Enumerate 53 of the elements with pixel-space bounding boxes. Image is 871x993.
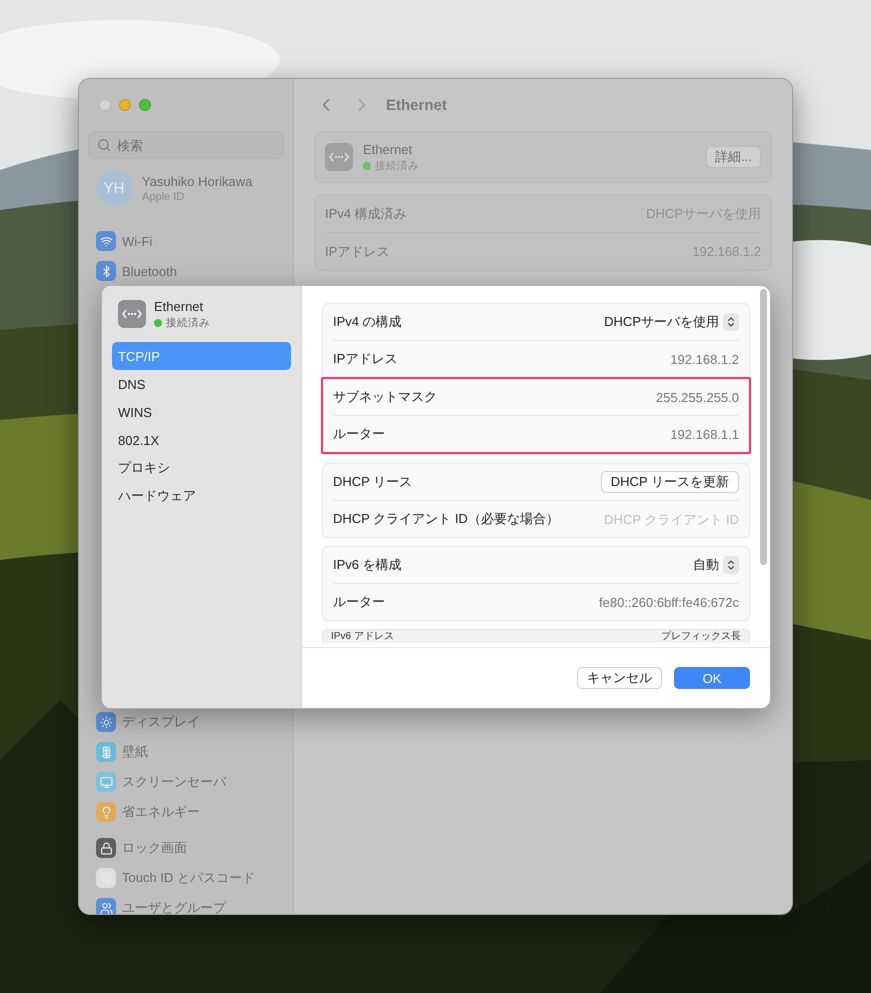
tab[interactable]: 802.1X [112, 426, 291, 454]
tab[interactable]: プロキシ [112, 454, 291, 482]
sidebar-item[interactable]: 省エネルギー [88, 797, 284, 827]
ethernet-icon [325, 143, 353, 171]
column-header: プレフィックス長 [661, 630, 741, 642]
popup-button[interactable]: 自動 [693, 556, 739, 574]
sidebar-item[interactable]: ディスプレイ [88, 707, 284, 737]
details-button[interactable]: 詳細... [706, 146, 761, 168]
search-icon [97, 138, 111, 152]
row-value: 192.168.1.2 [670, 352, 739, 366]
row-label: IPv4 の構成 [333, 313, 402, 331]
stepper-icon [723, 556, 739, 574]
row-value: 255.255.255.0 [656, 390, 739, 404]
row-value: fe80::260:6bff:fe46:672c [599, 594, 739, 610]
search-field[interactable]: 検索 [88, 131, 284, 159]
row-value: 192.168.1.1 [670, 426, 739, 442]
service-name: Ethernet [154, 298, 204, 314]
tab[interactable]: TCP/IP [112, 342, 291, 370]
renew-button[interactable]: DHCP リースを更新 [600, 471, 739, 493]
cancel-button[interactable]: キャンセル [577, 667, 662, 689]
popup-button[interactable]: DHCPサーバを使用 [604, 313, 739, 331]
toolbar-title: Ethernet [386, 96, 447, 114]
sidebar-item[interactable]: ユーザとグループ [88, 893, 284, 914]
column-header: IPv6 アドレス [331, 630, 394, 642]
scrollbar-thumb[interactable] [760, 289, 767, 565]
sidebar-item[interactable]: Wi-Fi [88, 226, 284, 256]
tab[interactable]: DNS [112, 370, 291, 398]
row-label: DHCP リース [333, 473, 412, 491]
sidebar-item[interactable]: Bluetooth [88, 256, 284, 286]
tab[interactable]: WINS [112, 398, 291, 426]
sidebar-item[interactable]: スクリーンセーバ [88, 767, 284, 797]
row-label: サブネットマスク [333, 388, 437, 406]
service-name: Ethernet [363, 142, 414, 156]
row-label: DHCP クライアント ID（必要な場合） [333, 510, 559, 528]
status-text: 接続済み [154, 316, 291, 330]
row-label: IPv4 構成済み [325, 204, 407, 222]
zoom-button[interactable] [139, 99, 151, 111]
minimize-button[interactable] [119, 99, 131, 111]
row-label: IPアドレス [325, 242, 390, 260]
account-name: Yasuhiko Horikawa [142, 174, 252, 188]
tab[interactable]: ハードウェア [112, 482, 291, 510]
sidebar-item[interactable]: ロック画面 [88, 833, 284, 863]
stepper-icon [723, 313, 739, 331]
close-button[interactable] [99, 99, 111, 111]
sidebar-item[interactable]: Touch ID とパスコード [88, 863, 284, 893]
ok-button[interactable]: OK [674, 667, 750, 689]
sidebar-item[interactable]: 壁紙 [88, 737, 284, 767]
row-label: IPv6 を構成 [333, 556, 402, 574]
row-label: IPアドレス [333, 350, 398, 368]
ethernet-icon [118, 300, 146, 328]
row-label: ルーター [333, 425, 385, 443]
client-id-field[interactable]: DHCP クライアント ID [579, 512, 739, 526]
row-label: ルーター [333, 593, 385, 611]
